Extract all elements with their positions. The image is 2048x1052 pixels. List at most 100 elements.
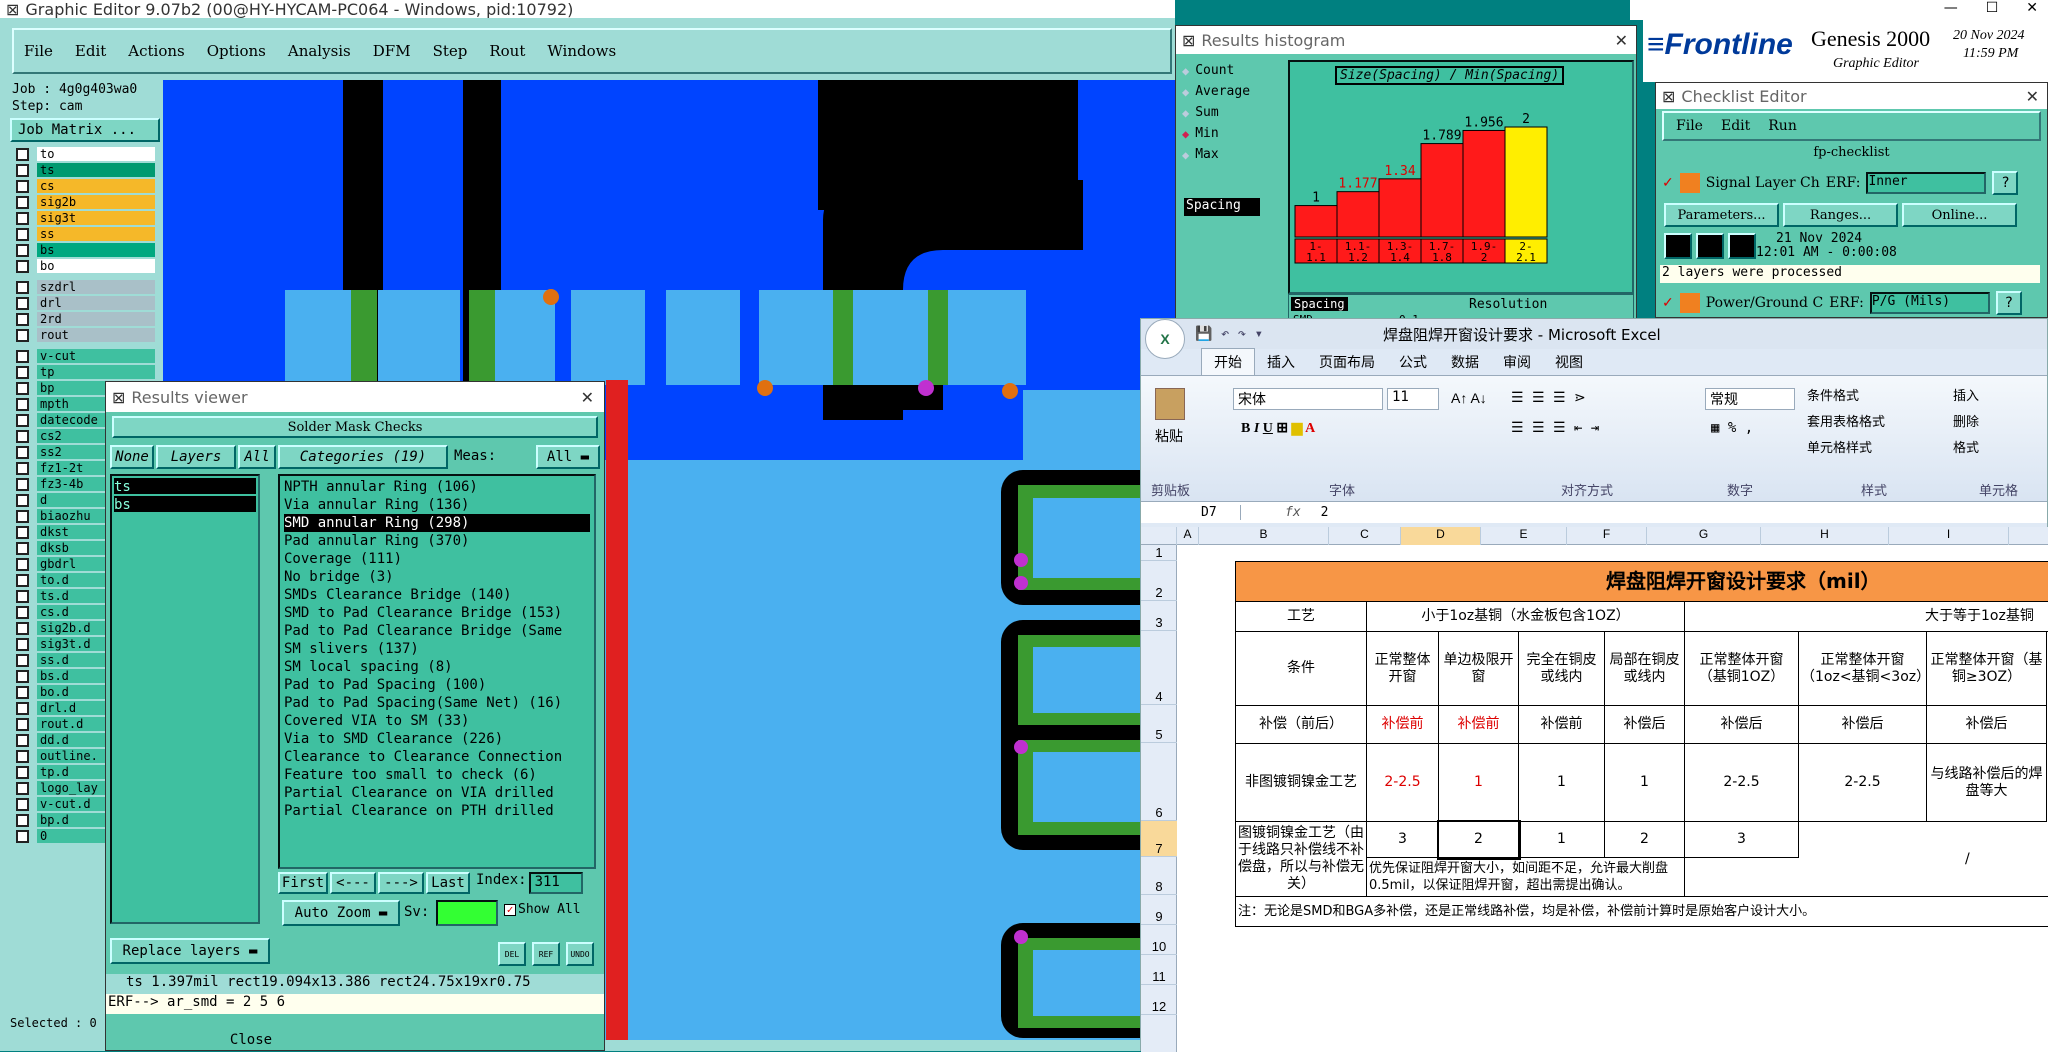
row-header[interactable]: 4 [1141, 631, 1177, 705]
layer-checkbox[interactable] [16, 297, 29, 310]
category-item[interactable]: Clearance to Clearance Connection [284, 748, 590, 766]
layer-checkbox[interactable] [16, 478, 29, 491]
field-select[interactable]: Spacing [1184, 198, 1260, 216]
layer-result-ts[interactable]: ts [114, 478, 256, 494]
ribbon-tab[interactable]: 审阅 [1491, 349, 1543, 375]
layer-checkbox[interactable] [16, 281, 29, 294]
number-icons[interactable]: ▦ % , [1711, 420, 1753, 436]
layer-checkbox[interactable] [16, 180, 29, 193]
layer-row[interactable]: drl [16, 295, 162, 311]
plated-value-cell[interactable]: 2 [1439, 822, 1519, 858]
column-header[interactable]: C [1329, 527, 1401, 545]
layer-checkbox[interactable] [16, 148, 29, 161]
row-header[interactable]: 7 [1141, 821, 1177, 857]
hist-option[interactable]: ◆Max [1182, 144, 1282, 165]
job-matrix-button[interactable]: Job Matrix ... [10, 118, 160, 142]
layer-row[interactable]: szdrl [16, 279, 162, 295]
meas-select[interactable]: All ▬ [536, 445, 600, 469]
column-header[interactable]: G [1647, 527, 1761, 545]
ribbon-tab[interactable]: 视图 [1543, 349, 1595, 375]
close-button[interactable]: Close [106, 1032, 396, 1048]
close-icon[interactable]: ✕ [2026, 87, 2039, 106]
category-item[interactable]: SMDs Clearance Bridge (140) [284, 586, 590, 604]
layer-row[interactable]: v-cut [16, 348, 162, 364]
layer-checkbox[interactable] [16, 830, 29, 843]
category-item[interactable]: SMD annular Ring (298) [284, 514, 590, 532]
category-item[interactable]: Coverage (111) [284, 550, 590, 568]
stop-icon[interactable] [1728, 233, 1756, 259]
ref-button[interactable]: REF [532, 942, 560, 966]
layer-checkbox[interactable] [16, 638, 29, 651]
ranges-button[interactable]: Ranges... [1783, 203, 1898, 227]
category-item[interactable]: Partial Clearance on PTH drilled [284, 802, 590, 820]
layer-checkbox[interactable] [16, 398, 29, 411]
layer-checkbox[interactable] [16, 510, 29, 523]
ribbon-tab[interactable]: 插入 [1255, 349, 1307, 375]
name-box[interactable]: D7 [1141, 505, 1241, 520]
layer-checkbox[interactable] [16, 329, 29, 342]
column-header[interactable]: A [1177, 527, 1199, 545]
menu-step[interactable]: Step [433, 42, 468, 60]
layer-checkbox[interactable] [16, 766, 29, 779]
layer-checkbox[interactable] [16, 622, 29, 635]
insert-cells-button[interactable]: 插入 [1953, 384, 1979, 410]
paste-button[interactable]: 粘贴 [1155, 426, 1183, 446]
category-item[interactable]: NPTH annular Ring (106) [284, 478, 590, 496]
hist-option[interactable]: ◆Sum [1182, 102, 1282, 123]
menu-analysis[interactable]: Analysis [288, 42, 351, 60]
layer-checkbox[interactable] [16, 446, 29, 459]
close-icon[interactable]: ✕ [1615, 31, 1628, 50]
ribbon-tab[interactable]: 数据 [1439, 349, 1491, 375]
menu-edit[interactable]: Edit [75, 42, 106, 60]
layer-row[interactable]: ss [16, 226, 162, 242]
conditional-format-button[interactable]: 条件格式 [1807, 384, 1885, 410]
sv-color-select[interactable] [436, 900, 498, 926]
row-header[interactable]: 5 [1141, 705, 1177, 743]
parameters-button[interactable]: Parameters... [1664, 203, 1779, 227]
power-ground-label[interactable]: Power/Ground C [1706, 295, 1823, 311]
index-input[interactable]: 311 [529, 872, 583, 894]
sheet-grid[interactable]: 焊盘阻焊开窗设计要求（mil） 工艺小于1oz基铜（水金板包含1OZ）大于等于1… [1177, 545, 2048, 1052]
replace-layers-button[interactable]: Replace layers ▬ [110, 938, 270, 964]
column-header[interactable]: H [1761, 527, 1889, 545]
row-header[interactable]: 1 [1141, 545, 1177, 561]
column-header[interactable]: E [1481, 527, 1567, 545]
align-icons-2[interactable]: ☰ ☰ ☰ ⇤ ⇥ [1511, 420, 1599, 436]
row-header[interactable]: 3 [1141, 601, 1177, 631]
menu-rout[interactable]: Rout [489, 42, 525, 60]
layer-row[interactable]: sig3t [16, 210, 162, 226]
formula-bar[interactable]: 2 [1321, 505, 1329, 520]
category-item[interactable]: Feature too small to check (6) [284, 766, 590, 784]
last-button[interactable]: Last [426, 872, 470, 894]
histogram-bar[interactable] [1421, 144, 1463, 237]
histogram-bar[interactable] [1337, 192, 1379, 237]
run-all-icon[interactable] [1696, 233, 1724, 259]
category-item[interactable]: Via annular Ring (136) [284, 496, 590, 514]
layer-checkbox[interactable] [16, 366, 29, 379]
category-item[interactable]: Via to SMD Clearance (226) [284, 730, 590, 748]
column-header[interactable]: D [1401, 527, 1481, 545]
column-header[interactable]: B [1199, 527, 1329, 545]
cell-styles-button[interactable]: 单元格样式 [1807, 436, 1885, 462]
layer-checkbox[interactable] [16, 526, 29, 539]
checklist-menu-file[interactable]: File [1676, 118, 1703, 134]
row-header[interactable]: 12 [1141, 985, 1177, 1015]
histogram-bar[interactable] [1295, 206, 1337, 237]
layer-checkbox[interactable] [16, 164, 29, 177]
menu-options[interactable]: Options [207, 42, 266, 60]
online-button[interactable]: Online... [1902, 203, 2017, 227]
undo-button[interactable]: UNDO [566, 942, 594, 966]
layer-checkbox[interactable] [16, 542, 29, 555]
layer-checkbox[interactable] [16, 574, 29, 587]
categories-list[interactable]: NPTH annular Ring (106)Via annular Ring … [278, 474, 596, 869]
layer-checkbox[interactable] [16, 606, 29, 619]
font-size-select[interactable]: 11 [1387, 388, 1439, 410]
layer-checkbox[interactable] [16, 382, 29, 395]
layer-checkbox[interactable] [16, 462, 29, 475]
row-header[interactable]: 11 [1141, 955, 1177, 985]
layer-checkbox[interactable] [16, 313, 29, 326]
layer-checkbox[interactable] [16, 686, 29, 699]
layer-checkbox[interactable] [16, 414, 29, 427]
layer-checkbox[interactable] [16, 196, 29, 209]
row-header[interactable]: 10 [1141, 925, 1177, 955]
